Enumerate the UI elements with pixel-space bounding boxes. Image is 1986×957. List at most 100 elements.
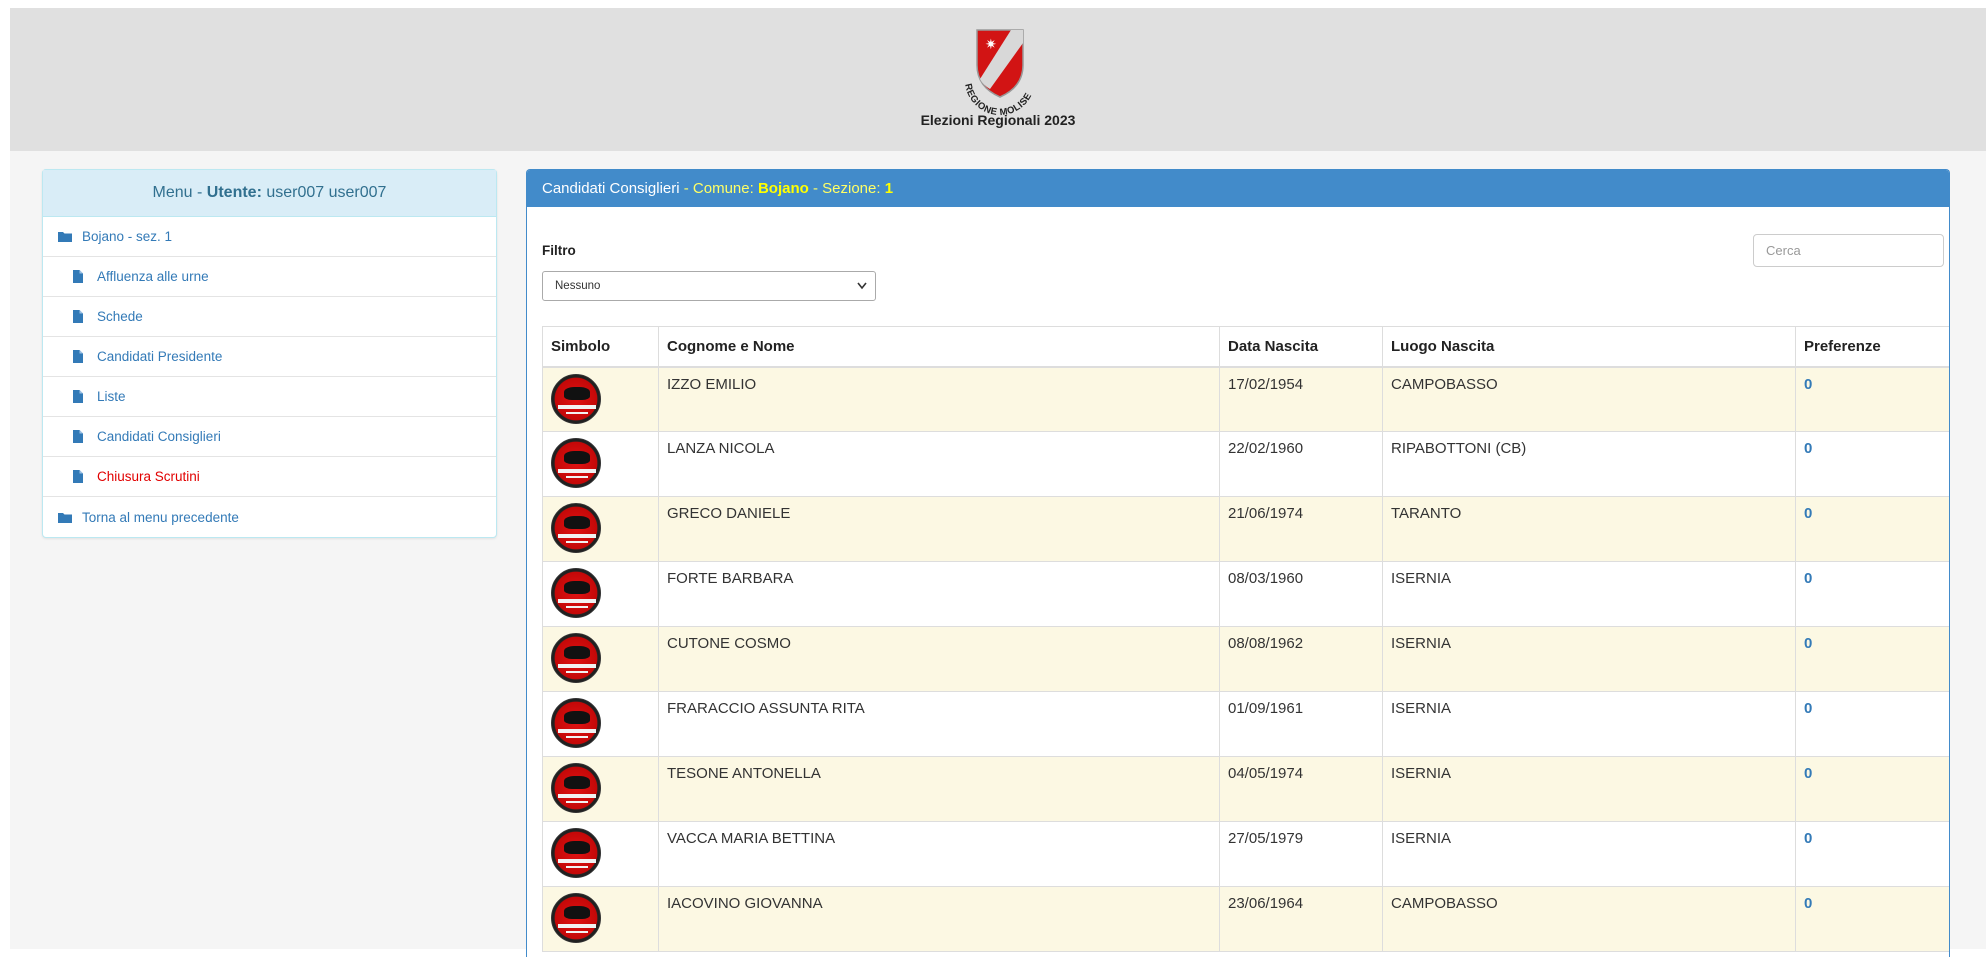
symbol-cell	[542, 886, 659, 952]
symbol-cell	[542, 756, 659, 822]
column-header[interactable]: Cognome e Nome	[658, 326, 1220, 368]
party-symbol-icon	[551, 503, 601, 553]
search-placeholder: Cerca	[1766, 243, 1801, 258]
name-cell: GRECO DANIELE	[658, 496, 1220, 562]
sidebar-item[interactable]: Schede	[43, 297, 496, 337]
chevron-down-icon	[857, 272, 867, 311]
preferences-cell: 0	[1795, 626, 1949, 692]
birthplace-cell: ISERNIA	[1382, 756, 1796, 822]
table-row: FRARACCIO ASSUNTA RITA 01/09/1961 ISERNIA 0	[542, 691, 1949, 757]
name-cell: FORTE BARBARA	[658, 561, 1220, 627]
symbol-cell	[542, 366, 659, 432]
sidebar-item-label: Candidati Presidente	[97, 349, 223, 364]
column-header[interactable]: Data Nascita	[1219, 326, 1383, 368]
symbol-cell	[542, 561, 659, 627]
party-symbol-icon	[551, 373, 601, 424]
birthdate-cell: 08/08/1962	[1219, 626, 1383, 692]
filter-selected-value: Nessuno	[555, 280, 601, 292]
symbol-cell	[542, 691, 659, 757]
preferences-cell: 0	[1795, 886, 1949, 952]
comune-value: Bojano	[757, 180, 809, 197]
birthplace-cell: CAMPOBASSO	[1382, 886, 1796, 952]
sidebar-item-label: Liste	[97, 389, 126, 404]
file-icon	[73, 430, 91, 443]
party-symbol-icon	[551, 763, 601, 813]
symbol-cell	[542, 821, 659, 887]
candidates-panel: Candidati Consiglieri - Comune: Bojano -…	[526, 169, 1950, 957]
user-name: user007 user007	[266, 184, 387, 201]
party-symbol-icon	[551, 698, 601, 748]
birthdate-cell: 04/05/1974	[1219, 756, 1383, 822]
sidebar-item[interactable]: Liste	[43, 377, 496, 417]
birthdate-cell: 01/09/1961	[1219, 691, 1383, 757]
panel-title: Candidati Consiglieri	[542, 180, 680, 197]
file-icon	[73, 390, 91, 403]
column-header[interactable]: Luogo Nascita	[1382, 326, 1796, 368]
preferences-cell: 0	[1795, 821, 1949, 887]
birthplace-cell: TARANTO	[1382, 496, 1796, 562]
column-header[interactable]: Preferenze	[1795, 326, 1949, 368]
menu-header: Menu - Utente: user007 user007	[43, 170, 496, 217]
name-cell: IACOVINO GIOVANNA	[658, 886, 1220, 952]
filter-select[interactable]: Nessuno	[542, 271, 876, 301]
sidebar-item[interactable]: Bojano - sez. 1	[43, 217, 496, 257]
sidebar-item[interactable]: Candidati Presidente	[43, 337, 496, 377]
name-cell: LANZA NICOLA	[658, 431, 1220, 497]
table-row: VACCA MARIA BETTINA 27/05/1979 ISERNIA 0	[542, 821, 1949, 887]
preferences-cell: 0	[1795, 691, 1949, 757]
birthplace-cell: RIPABOTTONI (CB)	[1382, 431, 1796, 497]
regione-molise-logo: ✷ REGIONE MOLISE	[962, 29, 1034, 118]
birthdate-cell: 23/06/1964	[1219, 886, 1383, 952]
table-row: LANZA NICOLA 22/02/1960 RIPABOTTONI (CB) 0	[542, 431, 1949, 497]
sidebar-item-label: Affluenza alle urne	[97, 269, 209, 284]
symbol-cell	[542, 431, 659, 497]
folder-icon	[58, 231, 76, 242]
party-symbol-icon	[551, 828, 601, 878]
sidebar-item-label: Chiusura Scrutini	[97, 469, 200, 484]
sidebar-item[interactable]: Torna al menu precedente	[43, 497, 496, 537]
folder-icon	[58, 512, 76, 523]
sezione-value: 1	[884, 180, 894, 197]
sezione-label: Sezione:	[822, 180, 885, 197]
table-row: CUTONE COSMO 08/08/1962 ISERNIA 0	[542, 626, 1949, 692]
preferences-cell: 0	[1795, 756, 1949, 822]
birthdate-cell: 08/03/1960	[1219, 561, 1383, 627]
sidebar-item[interactable]: Chiusura Scrutini	[43, 457, 496, 497]
sidebar-item-label: Torna al menu precedente	[82, 509, 239, 525]
page: ✷ REGIONE MOLISE Elezioni Regionali 2023…	[10, 8, 1986, 957]
birthplace-cell: CAMPOBASSO	[1382, 366, 1796, 432]
sidebar-item-label: Schede	[97, 309, 143, 324]
filter-label: Filtro	[542, 243, 576, 258]
header: ✷ REGIONE MOLISE Elezioni Regionali 2023	[10, 8, 1986, 151]
file-icon	[73, 270, 91, 283]
birthdate-cell: 21/06/1974	[1219, 496, 1383, 562]
sidebar-item[interactable]: Candidati Consiglieri	[43, 417, 496, 457]
file-icon	[73, 470, 91, 483]
table-header-row: Simbolo Cognome e Nome Data Nascita Luog…	[542, 326, 1949, 368]
column-header[interactable]: Simbolo	[542, 326, 659, 368]
symbol-cell	[542, 626, 659, 692]
party-symbol-icon	[551, 893, 601, 943]
birthplace-cell: ISERNIA	[1382, 691, 1796, 757]
file-icon	[73, 310, 91, 323]
name-cell: TESONE ANTONELLA	[658, 756, 1220, 822]
name-cell: FRARACCIO ASSUNTA RITA	[658, 691, 1220, 757]
table-row: GRECO DANIELE 21/06/1974 TARANTO 0	[542, 496, 1949, 562]
search-input[interactable]: Cerca	[1753, 234, 1944, 267]
candidates-table: Simbolo Cognome e Nome Data Nascita Luog…	[542, 326, 1949, 952]
symbol-cell	[542, 496, 659, 562]
svg-text:✷: ✷	[985, 37, 997, 53]
sidebar-item-label: Candidati Consiglieri	[97, 429, 221, 444]
party-symbol-icon	[551, 438, 601, 488]
birthdate-cell: 27/05/1979	[1219, 821, 1383, 887]
panel-heading: Candidati Consiglieri - Comune: Bojano -…	[527, 170, 1949, 207]
sidebar-item[interactable]: Affluenza alle urne	[43, 257, 496, 297]
table-row: IACOVINO GIOVANNA 23/06/1964 CAMPOBASSO 0	[542, 886, 1949, 952]
user-label: Utente:	[206, 184, 262, 201]
panel-sep: -	[679, 180, 693, 197]
birthplace-cell: ISERNIA	[1382, 821, 1796, 887]
table-row: FORTE BARBARA 08/03/1960 ISERNIA 0	[542, 561, 1949, 627]
preferences-cell: 0	[1795, 496, 1949, 562]
party-symbol-icon	[551, 633, 601, 683]
party-symbol-icon	[551, 568, 601, 618]
